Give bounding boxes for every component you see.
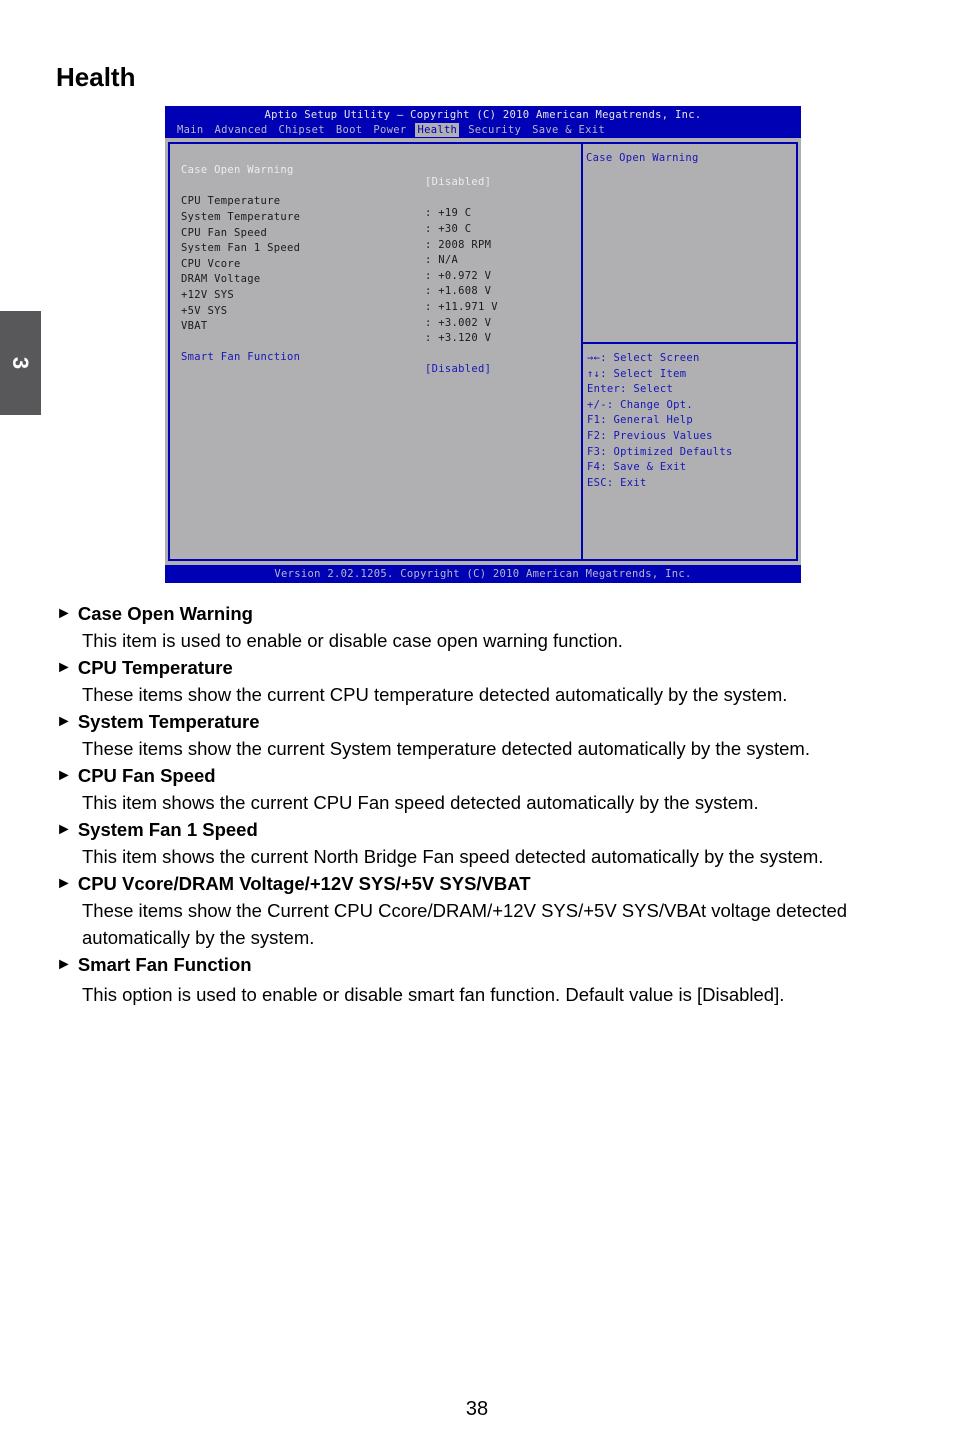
setting-value: : 2008 RPM [425,239,492,251]
key-save-exit: F4: Save & Exit [587,461,687,474]
help-title: Case Open Warning [586,152,699,164]
desc-text: These items show the Current CPU Ccore/D… [82,900,848,948]
key-select-item: ↑↓: Select Item [587,367,687,380]
desc-text: These items show the current CPU tempera… [82,684,788,705]
setting-label: VBAT [181,320,208,332]
key-optimized-defaults: F3: Optimized Defaults [587,445,733,458]
chapter-tab: 3 [0,311,41,415]
desc-heading: Smart Fan Function [77,954,252,975]
desc-system-fan-1-speed: ► System Fan 1 Speed This item shows the … [56,816,916,870]
bios-help-panel: Case Open Warning →←: Select Screen ↑↓: … [581,142,798,561]
key-select-screen: →←: Select Screen [587,352,700,364]
key-general-help: F1: General Help [587,414,693,427]
triangle-right-icon: ► [56,956,72,973]
setting-value: : +1.608 V [425,285,492,297]
desc-cpu-fan-speed: ► CPU Fan Speed This item shows the curre… [56,762,916,816]
setting-value: : +0.972 V [425,270,492,282]
desc-text: These items show the current System temp… [82,738,810,759]
key-esc-exit: ESC: Exit [587,476,647,489]
tab-advanced[interactable]: Advanced [213,123,270,137]
triangle-right-icon: ► [56,605,72,622]
triangle-right-icon: ► [56,659,72,676]
help-description-area: Case Open Warning [583,144,796,344]
triangle-right-icon: ► [56,821,72,838]
bios-tab-bar: Main Advanced Chipset Boot Power Health … [175,123,614,137]
desc-cpu-temperature: ► CPU Temperature These items show the cu… [56,654,916,708]
setting-value: : +3.120 V [425,332,492,344]
triangle-right-icon: ► [56,875,72,892]
desc-heading: Case Open Warning [77,603,253,624]
descriptions-list: ► Case Open Warning This item is used to … [56,600,916,1008]
tab-security[interactable]: Security [466,123,523,137]
setting-label: Case Open Warning [181,164,294,176]
setting-value: : +11.971 V [425,301,498,313]
page-title: Health [56,62,136,92]
tab-boot[interactable]: Boot [334,123,365,137]
bios-settings-panel: Case Open Warning [Disabled] CPU Tempera… [168,142,583,561]
setting-value: : N/A [425,254,459,266]
triangle-right-icon: ► [56,767,72,784]
bios-header: Aptio Setup Utility – Copyright (C) 2010… [165,106,801,138]
key-enter-select: Enter: Select [587,383,674,396]
desc-heading: System Fan 1 Speed [77,819,258,840]
desc-case-open-warning: ► Case Open Warning This item is used to … [56,600,916,654]
setting-value: : +19 C [425,207,472,219]
desc-text: This item shows the current CPU Fan spee… [82,792,759,813]
desc-heading: System Temperature [77,711,260,732]
desc-smart-fan-function: ► Smart Fan Function This option is used … [56,951,916,1008]
desc-heading: CPU Temperature [77,657,233,678]
bios-title: Aptio Setup Utility – Copyright (C) 2010… [264,109,702,121]
chapter-number: 3 [8,356,34,370]
desc-text: This item shows the current North Bridge… [82,846,824,867]
bios-screenshot: Aptio Setup Utility – Copyright (C) 2010… [165,106,801,583]
key-change-opt: +/-: Change Opt. [587,398,693,411]
key-previous-values: F2: Previous Values [587,429,713,442]
tab-health[interactable]: Health [415,123,460,137]
setting-value[interactable]: [Disabled] [425,176,491,188]
triangle-right-icon: ► [56,713,72,730]
setting-label: Smart Fan Function [181,351,301,363]
desc-text: This item is used to enable or disable c… [82,630,623,651]
desc-text: This option is used to enable or disable… [82,984,785,1005]
setting-value: : +3.002 V [425,317,492,329]
desc-voltages: ► CPU Vcore/DRAM Voltage/+12V SYS/+5V SYS… [56,870,916,951]
setting-value: : +30 C [425,223,472,235]
setting-value[interactable]: [Disabled] [425,363,491,375]
tab-save-exit[interactable]: Save & Exit [530,123,607,137]
desc-system-temperature: ► System Temperature These items show the… [56,708,916,762]
bios-footer: Version 2.02.1205. Copyright (C) 2010 Am… [165,565,801,583]
page-number: 38 [465,1398,489,1420]
setting-smart-fan-function[interactable]: Smart Fan Function [Disabled] [181,339,491,387]
tab-power[interactable]: Power [371,123,408,137]
desc-heading: CPU Vcore/DRAM Voltage/+12V SYS/+5V SYS/… [77,873,531,894]
tab-main[interactable]: Main [175,123,206,137]
key-legend: →←: Select Screen ↑↓: Select Item Enter:… [587,351,733,491]
tab-chipset[interactable]: Chipset [276,123,326,137]
desc-heading: CPU Fan Speed [77,765,216,786]
